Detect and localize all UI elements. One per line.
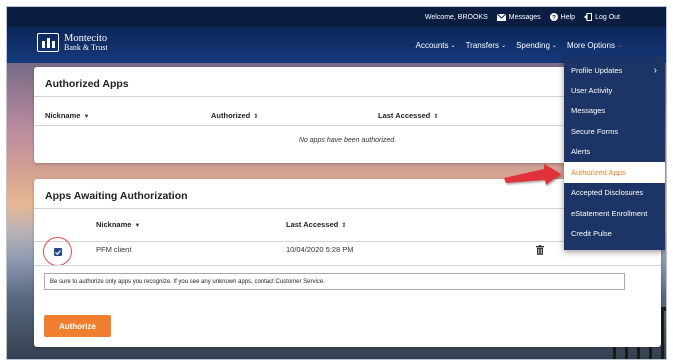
menu-item-label: Authorized Apps bbox=[571, 167, 626, 177]
menu-item-secure-forms[interactable]: Secure Forms bbox=[564, 121, 665, 142]
menu-item-label: Secure Forms bbox=[571, 126, 619, 136]
envelope-icon bbox=[496, 13, 506, 21]
col-nickname[interactable]: Nickname ▼ bbox=[45, 111, 89, 120]
sort-icon: ⇕ bbox=[433, 114, 439, 120]
col-last-accessed[interactable]: Last Accessed ⇕ bbox=[286, 220, 346, 229]
logout-icon bbox=[584, 13, 593, 21]
help-label: Help bbox=[560, 13, 576, 21]
menu-item-label: Credit Pulse bbox=[571, 229, 612, 239]
checkmark-icon bbox=[55, 249, 61, 255]
col-nickname-label: Nickname bbox=[96, 220, 132, 229]
bank-logo[interactable]: Montecito Bank & Trust bbox=[37, 33, 108, 52]
sort-down-icon: ▼ bbox=[134, 223, 141, 229]
menu-item-credit-pulse[interactable]: Credit Pulse bbox=[564, 224, 665, 245]
menu-item-messages[interactable]: Messages bbox=[564, 101, 665, 122]
chevron-down-icon: ⌄ bbox=[616, 43, 622, 49]
nav-spending-label: Spending bbox=[516, 41, 550, 50]
svg-text:?: ? bbox=[552, 14, 556, 21]
annotation-arrow-icon bbox=[504, 164, 561, 185]
nav-accounts[interactable]: Accounts ⌄ bbox=[416, 41, 456, 50]
col-authorized[interactable]: Authorized ⇕ bbox=[211, 111, 258, 120]
nav-accounts-label: Accounts bbox=[415, 41, 449, 50]
col-last-accessed-label: Last Accessed bbox=[286, 220, 339, 229]
row-last-accessed: 10/04/2020 5:28 PM bbox=[286, 245, 354, 254]
authorize-button[interactable]: Authorize bbox=[44, 315, 111, 337]
top-bar: Welcome, BROOKS Messages ? Help Log Out bbox=[7, 7, 666, 27]
main-nav: Accounts ⌄ Transfers ⌄ Spending ⌄ More Opti… bbox=[416, 41, 622, 50]
logout-label: Log Out bbox=[595, 13, 620, 21]
logout-link[interactable]: Log Out bbox=[584, 13, 620, 21]
col-last-accessed-label: Last Accessed bbox=[378, 111, 431, 120]
chevron-down-icon: ⌄ bbox=[501, 43, 507, 49]
row-nickname: PFM client bbox=[96, 245, 132, 254]
nav-transfers[interactable]: Transfers ⌄ bbox=[466, 41, 507, 50]
chevron-down-icon: ⌄ bbox=[551, 43, 557, 49]
menu-item-authorized-apps[interactable]: Authorized Apps bbox=[564, 162, 665, 183]
bank-logo-icon bbox=[37, 33, 59, 52]
menu-item-label: eStatement Enrollment bbox=[571, 208, 648, 218]
menu-item-label: User Activity bbox=[571, 85, 613, 95]
menu-item-estatement-enrollment[interactable]: eStatement Enrollment bbox=[564, 203, 665, 224]
nav-transfers-label: Transfers bbox=[465, 41, 500, 50]
col-authorized-label: Authorized bbox=[211, 111, 251, 120]
help-icon: ? bbox=[549, 13, 558, 21]
nav-spending[interactable]: Spending ⌄ bbox=[516, 41, 557, 50]
chevron-right-icon: › bbox=[653, 64, 657, 76]
chevron-down-icon: ⌄ bbox=[450, 43, 456, 49]
more-options-menu: Profile Updates › User Activity Messages … bbox=[564, 57, 665, 250]
nav-more-options[interactable]: More Options ⌄ bbox=[567, 41, 622, 50]
row-checkbox[interactable] bbox=[54, 248, 62, 256]
col-last-accessed[interactable]: Last Accessed ⇕ bbox=[378, 111, 438, 120]
sort-icon: ⇕ bbox=[253, 114, 259, 120]
menu-item-label: Accepted Disclosures bbox=[571, 188, 644, 198]
menu-item-profile-updates[interactable]: Profile Updates › bbox=[564, 57, 665, 80]
divider bbox=[34, 265, 661, 266]
menu-item-label: Messages bbox=[571, 106, 606, 116]
menu-item-user-activity[interactable]: User Activity bbox=[564, 80, 665, 101]
messages-label: Messages bbox=[508, 13, 541, 21]
brand-line2: Bank & Trust bbox=[64, 42, 108, 52]
menu-item-label: Profile Updates bbox=[571, 65, 623, 75]
col-nickname[interactable]: Nickname ▼ bbox=[96, 220, 140, 229]
trash-icon[interactable] bbox=[536, 245, 544, 255]
welcome-text: Welcome, BROOKS bbox=[424, 13, 488, 21]
col-nickname-label: Nickname bbox=[45, 111, 81, 120]
brand-line1: Montecito bbox=[64, 32, 108, 44]
help-link[interactable]: ? Help bbox=[549, 13, 576, 21]
sort-down-icon: ▼ bbox=[83, 114, 90, 120]
messages-link[interactable]: Messages bbox=[496, 13, 541, 21]
app-window: Welcome, BROOKS Messages ? Help Log Out … bbox=[6, 6, 667, 360]
nav-more-label: More Options bbox=[566, 41, 615, 50]
menu-item-label: Alerts bbox=[571, 147, 591, 157]
sort-icon: ⇕ bbox=[341, 223, 347, 229]
menu-item-accepted-disclosures[interactable]: Accepted Disclosures bbox=[564, 183, 665, 204]
menu-item-alerts[interactable]: Alerts bbox=[564, 142, 665, 163]
authorize-notice: Be sure to authorize only apps you recog… bbox=[44, 273, 625, 290]
